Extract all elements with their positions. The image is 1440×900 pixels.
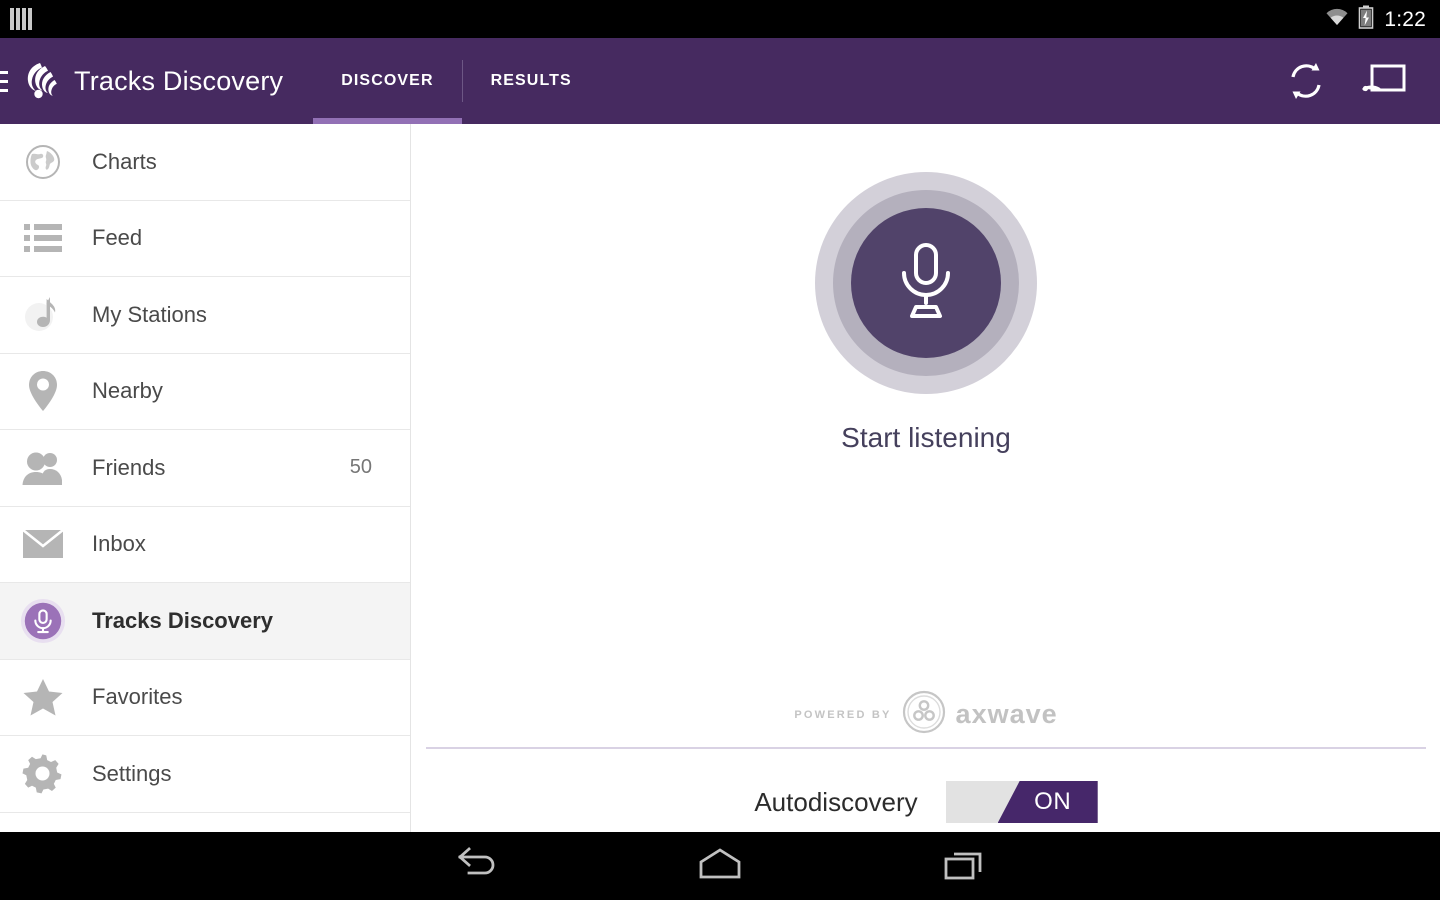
tab-bar: DISCOVER RESULTS	[313, 38, 600, 124]
nav-recents-button[interactable]	[842, 847, 1086, 886]
list-icon	[20, 215, 66, 261]
sidebar-item-label: Inbox	[92, 531, 146, 557]
sidebar-item-label: Charts	[92, 149, 157, 175]
sidebar-item-label: Nearby	[92, 378, 163, 404]
app-screen: 1:22 Tracks Discovery DISCOVER	[0, 0, 1440, 900]
axwave-triskelion-logo-icon	[902, 690, 946, 739]
axwave-wordmark: axwave	[956, 699, 1058, 730]
map-pin-icon	[20, 368, 66, 414]
battery-charging-icon	[1358, 5, 1374, 34]
sidebar-item-friends[interactable]: Friends 50	[0, 430, 410, 507]
app-title: Tracks Discovery	[74, 66, 283, 97]
body-region: Charts Feed	[0, 124, 1440, 832]
start-listening-label: Start listening	[841, 422, 1011, 454]
recents-icon	[943, 847, 985, 886]
nav-home-button[interactable]	[598, 847, 842, 886]
powered-by-axwave: POWERED BY axwave	[412, 690, 1440, 739]
discover-panel: Start listening POWERED BY axwav	[412, 124, 1440, 832]
autodiscovery-toggle[interactable]: ON	[946, 781, 1098, 823]
sidebar-item-badge: 50	[350, 456, 372, 479]
system-navigation-bar	[0, 832, 1440, 900]
start-listening-button[interactable]	[815, 172, 1037, 394]
sidebar-item-label: Tracks Discovery	[92, 608, 273, 634]
refresh-icon[interactable]	[1284, 59, 1328, 103]
autodiscovery-toggle-state: ON	[1024, 788, 1071, 816]
globe-icon	[20, 139, 66, 185]
app-bar-actions	[1284, 59, 1440, 103]
status-bar-clock: 1:22	[1382, 9, 1426, 30]
autodiscovery-toggle-on-section: ON	[998, 781, 1098, 823]
home-icon	[696, 847, 744, 886]
sidebar-item-label: Friends	[92, 455, 165, 481]
gear-icon	[20, 751, 66, 797]
app-bar: Tracks Discovery DISCOVER RESULTS	[0, 38, 1440, 124]
mic-ring-core	[851, 208, 1001, 358]
music-note-icon	[20, 292, 66, 338]
signal-bars-icon	[10, 8, 32, 30]
powered-by-text: POWERED BY	[794, 709, 891, 721]
sidebar-item-my-stations[interactable]: My Stations	[0, 277, 410, 354]
sidebar-item-label: Settings	[92, 761, 172, 787]
sidebar-item-charts[interactable]: Charts	[0, 124, 410, 201]
tab-results-label: RESULTS	[491, 72, 572, 90]
sidebar-item-feed[interactable]: Feed	[0, 201, 410, 278]
microphone-icon	[889, 239, 963, 328]
sidebar-item-inbox[interactable]: Inbox	[0, 507, 410, 584]
people-icon	[20, 445, 66, 491]
sidebar-item-label: My Stations	[92, 302, 207, 328]
listen-area: Start listening	[412, 172, 1440, 454]
envelope-icon	[20, 521, 66, 567]
status-bar-right: 1:22	[1324, 5, 1426, 34]
tab-results[interactable]: RESULTS	[463, 38, 600, 124]
tab-discover-label: DISCOVER	[341, 72, 433, 90]
sidebar-item-tracks-discovery[interactable]: Tracks Discovery	[0, 583, 410, 660]
star-icon	[20, 674, 66, 720]
tracks-discovery-logo-icon	[18, 59, 62, 103]
navigation-drawer: Charts Feed	[0, 124, 411, 832]
status-bar-left	[10, 8, 32, 30]
autodiscovery-row: Autodiscovery ON	[412, 774, 1440, 830]
sidebar-item-label: Favorites	[92, 684, 182, 710]
sidebar-item-favorites[interactable]: Favorites	[0, 660, 410, 737]
sidebar-item-label: Feed	[92, 225, 142, 251]
sidebar-item-nearby[interactable]: Nearby	[0, 354, 410, 431]
hamburger-menu-icon[interactable]	[0, 71, 8, 92]
back-icon	[453, 847, 499, 886]
sidebar-item-settings[interactable]: Settings	[0, 736, 410, 813]
nav-back-button[interactable]	[354, 847, 598, 886]
tab-discover[interactable]: DISCOVER	[313, 38, 461, 124]
microphone-icon	[20, 598, 66, 644]
content-divider	[426, 747, 1426, 749]
wifi-icon	[1324, 7, 1350, 32]
mic-ring-mid	[833, 190, 1019, 376]
autodiscovery-label: Autodiscovery	[754, 787, 917, 818]
cast-icon[interactable]	[1362, 59, 1406, 103]
status-bar: 1:22	[0, 0, 1440, 38]
